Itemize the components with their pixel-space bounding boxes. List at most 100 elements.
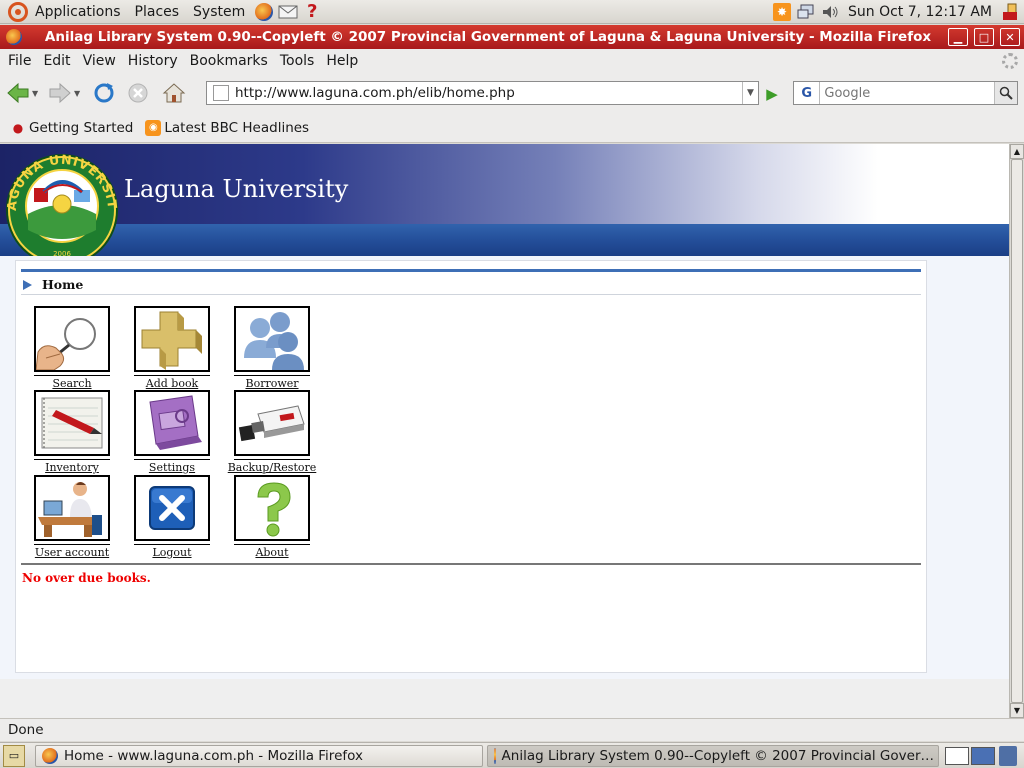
mail-icon[interactable]	[278, 2, 298, 22]
content-panel: Home Search Add book Borrower Inventory …	[15, 260, 927, 673]
firefox-bookmark-icon: ●	[12, 120, 24, 135]
section-header: Home	[21, 275, 921, 295]
tile-logout[interactable]: Logout	[122, 475, 222, 559]
user-switch-icon[interactable]	[1001, 3, 1021, 21]
bookmark-label: Getting Started	[29, 119, 134, 136]
search-icon[interactable]	[994, 82, 1017, 104]
back-button[interactable]	[4, 79, 32, 107]
url-history-dropdown[interactable]: ▼	[742, 82, 758, 104]
menu-history[interactable]: History	[122, 53, 184, 69]
people-icon[interactable]	[234, 306, 310, 372]
bookmark-bbc-headlines[interactable]: ◉ Latest BBC Headlines	[139, 119, 315, 136]
help-icon[interactable]: ?	[302, 1, 322, 22]
tile-search[interactable]: Search	[22, 306, 122, 390]
stop-icon[interactable]	[124, 79, 152, 107]
section-arrow-icon	[23, 279, 32, 290]
menu-edit[interactable]: Edit	[37, 53, 76, 69]
bookmark-getting-started[interactable]: ● Getting Started	[0, 120, 139, 136]
tile-label[interactable]: About	[222, 544, 322, 559]
tile-label[interactable]: Logout	[122, 544, 222, 559]
laguna-university-seal-icon: LAGUNA UNIVERSITY 2006	[0, 144, 124, 266]
go-button[interactable]: ▶	[762, 84, 782, 104]
magnifier-icon[interactable]	[34, 306, 110, 372]
trash-icon[interactable]	[999, 745, 1017, 766]
gnome-top-panel: Applications Places System ? ✸ Sun Oct 7…	[0, 0, 1024, 24]
add-book-icon[interactable]	[134, 306, 210, 372]
banner-bar	[0, 224, 1009, 256]
network-icon[interactable]	[797, 3, 815, 21]
url-bar[interactable]: http://www.laguna.com.ph/elib/home.php ▼	[206, 81, 759, 105]
ubuntu-logo-icon[interactable]	[8, 1, 28, 22]
content-divider	[21, 563, 921, 565]
scroll-down-arrow-icon[interactable]: ▼	[1010, 703, 1024, 718]
clock[interactable]: Sun Oct 7, 12:17 AM	[842, 4, 998, 20]
taskbar-label: Home - www.laguna.com.ph - Mozilla Firef…	[64, 747, 363, 764]
taskbar-item-home[interactable]: Home - www.laguna.com.ph - Mozilla Firef…	[35, 744, 483, 767]
menubar: File Edit View History Bookmarks Tools H…	[0, 49, 1024, 73]
scroll-up-arrow-icon[interactable]: ▲	[1010, 144, 1024, 159]
rss-feed-icon: ◉	[145, 119, 162, 136]
workspace-1[interactable]	[945, 746, 969, 765]
back-history-dropdown[interactable]: ▼	[32, 89, 42, 98]
places-menu[interactable]: Places	[128, 0, 187, 24]
site-title: Laguna University	[124, 175, 349, 203]
close-button[interactable]: ✕	[1000, 28, 1020, 46]
tile-backup-restore[interactable]: Backup/Restore	[222, 390, 322, 474]
firefox-icon[interactable]	[254, 2, 274, 22]
search-engine-icon[interactable]: G	[794, 82, 821, 104]
menu-tools[interactable]: Tools	[274, 53, 321, 69]
usb-drive-icon[interactable]	[234, 390, 310, 456]
search-bar[interactable]: G	[793, 81, 1018, 105]
volume-icon[interactable]	[821, 3, 839, 21]
firefox-task-icon	[494, 747, 496, 764]
page-viewport: Laguna University LAGUNA UNIVERSITY 2006…	[0, 144, 1009, 718]
taskbar-item-anilag[interactable]: Anilag Library System 0.90--Copyleft © 2…	[487, 744, 939, 767]
question-mark-icon[interactable]	[234, 475, 310, 541]
logout-icon[interactable]	[134, 475, 210, 541]
tile-label[interactable]: Add book	[122, 375, 222, 390]
vertical-scrollbar[interactable]: ▲ ▼	[1009, 144, 1024, 718]
section-title: Home	[42, 277, 84, 292]
scroll-thumb[interactable]	[1011, 159, 1023, 703]
tile-borrower[interactable]: Borrower	[222, 306, 322, 390]
user-account-icon[interactable]	[34, 475, 110, 541]
settings-icon[interactable]	[134, 390, 210, 456]
workspace-2[interactable]	[971, 746, 995, 765]
page-favicon-icon	[213, 85, 229, 101]
maximize-button[interactable]: □	[974, 28, 994, 46]
applications-menu[interactable]: Applications	[28, 0, 128, 24]
menu-bookmarks[interactable]: Bookmarks	[184, 53, 274, 69]
tile-inventory[interactable]: Inventory	[22, 390, 122, 474]
tile-label[interactable]: Search	[22, 375, 122, 390]
search-input[interactable]	[820, 83, 995, 103]
overdue-message: No over due books.	[22, 571, 151, 585]
tile-about[interactable]: About	[222, 475, 322, 559]
taskbar-label: Anilag Library System 0.90--Copyleft © 2…	[501, 747, 934, 764]
forward-button[interactable]	[46, 79, 74, 107]
update-notifier-icon[interactable]: ✸	[773, 2, 791, 21]
tile-label[interactable]: Borrower	[222, 375, 322, 390]
notebook-icon[interactable]	[34, 390, 110, 456]
system-menu[interactable]: System	[186, 0, 252, 24]
page-footer-band	[0, 679, 1009, 718]
show-desktop-icon[interactable]: ▭	[3, 744, 25, 767]
menu-view[interactable]: View	[77, 53, 122, 69]
tile-add-book[interactable]: Add book	[122, 306, 222, 390]
menu-file[interactable]: File	[0, 53, 37, 69]
tile-user-account[interactable]: User account	[22, 475, 122, 559]
gnome-bottom-panel: ▭ Home - www.laguna.com.ph - Mozilla Fir…	[0, 742, 1024, 768]
firefox-window-icon[interactable]	[6, 29, 22, 45]
menu-help[interactable]: Help	[320, 53, 364, 69]
window-titlebar[interactable]: Anilag Library System 0.90--Copyleft © 2…	[0, 25, 1024, 49]
tile-label[interactable]: User account	[22, 544, 122, 559]
home-icon[interactable]	[160, 79, 188, 107]
tile-label[interactable]: Inventory	[22, 459, 122, 474]
minimize-button[interactable]: ▁	[948, 28, 968, 46]
bookmarks-toolbar: ● Getting Started ◉ Latest BBC Headlines	[0, 113, 1024, 143]
tile-label[interactable]: Backup/Restore	[222, 459, 322, 474]
tile-settings[interactable]: Settings	[122, 390, 222, 474]
url-text[interactable]: http://www.laguna.com.ph/elib/home.php	[235, 85, 742, 101]
forward-history-dropdown[interactable]: ▼	[74, 89, 84, 98]
reload-icon[interactable]	[90, 79, 118, 107]
tile-label[interactable]: Settings	[122, 459, 222, 474]
